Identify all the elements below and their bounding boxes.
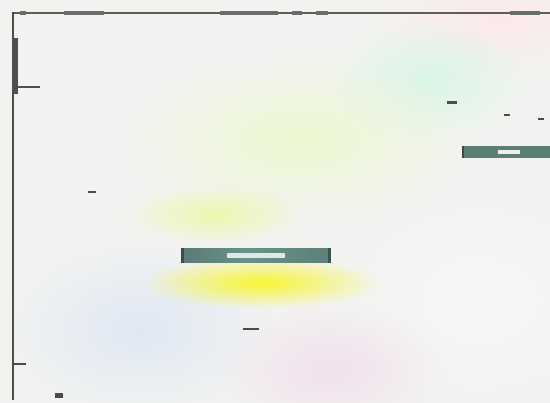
top-marker <box>316 11 328 15</box>
top-marker <box>292 11 302 15</box>
dialog-title-bar[interactable] <box>181 248 331 263</box>
top-marker <box>20 11 26 15</box>
stray-mark <box>88 191 96 193</box>
handle-grip-icon <box>498 150 520 154</box>
stray-mark <box>447 101 457 104</box>
stray-mark <box>243 328 259 330</box>
stray-mark <box>504 114 510 116</box>
panel-handle-button[interactable] <box>462 146 550 158</box>
left-tick <box>12 363 26 365</box>
desktop-screen <box>0 0 550 403</box>
cursor-icon <box>55 393 63 398</box>
left-tick <box>12 86 40 88</box>
top-marker <box>220 11 278 15</box>
top-marker <box>64 11 104 15</box>
dialog-title-unreadable <box>227 253 285 258</box>
stray-mark <box>538 118 544 120</box>
top-marker <box>510 11 540 15</box>
